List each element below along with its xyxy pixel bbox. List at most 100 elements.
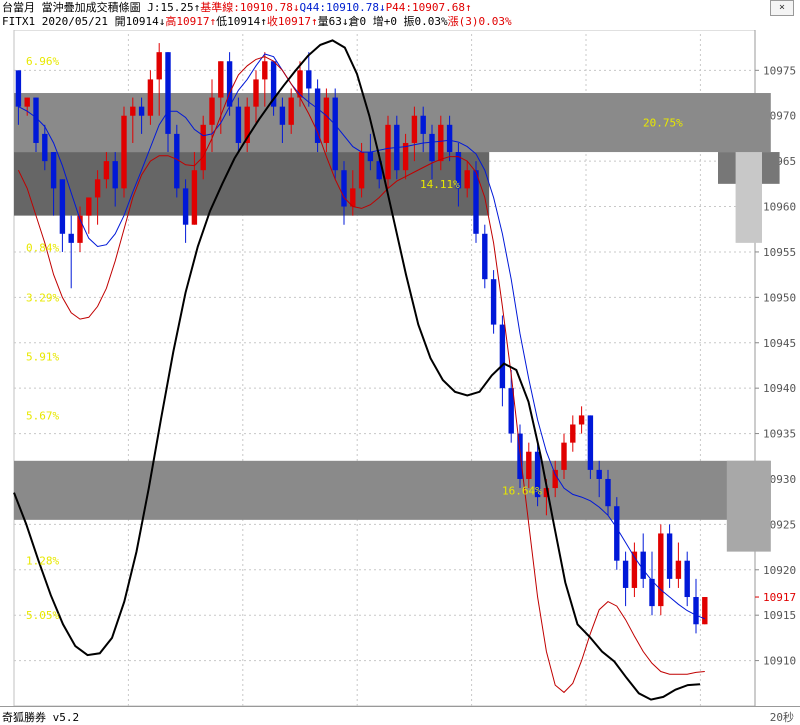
candle-body (490, 279, 497, 325)
candle-body (446, 124, 453, 153)
candle-body (570, 424, 576, 443)
zone-percent-label: 14.11% (420, 178, 460, 191)
candle-body (68, 233, 74, 243)
candle-body (323, 97, 330, 143)
percent-label: 1.28% (26, 555, 59, 568)
y-tick-label: 10915 (763, 609, 796, 622)
candle-body (226, 61, 233, 107)
y-tick-label: 10955 (763, 246, 796, 259)
candle-body (622, 560, 629, 588)
candle-body (702, 597, 708, 625)
candle-body (279, 106, 286, 125)
candle-body (561, 442, 567, 470)
candle-body (666, 533, 673, 579)
quote-line: FITX1 2020/05/21 開10914↓高10917↑低10914↑收1… (2, 15, 512, 29)
percent-label: 5.05% (26, 609, 59, 622)
candle-body (112, 161, 118, 189)
candle-body (605, 478, 611, 507)
candle-body (33, 97, 39, 143)
y-tick-label: 10975 (763, 64, 796, 77)
candle-body (138, 106, 145, 116)
percent-label: 5.91% (26, 350, 59, 363)
candle-body (288, 97, 294, 125)
candle-body (429, 133, 435, 162)
candle-body (367, 152, 374, 162)
candle-body (147, 79, 154, 116)
footer-bar: 奇狐勝券 v5.2 20秒 (0, 706, 800, 725)
y-tick-label: 10910 (763, 655, 796, 668)
candle-body (614, 506, 620, 561)
candle-body (297, 70, 303, 98)
candle-body (130, 106, 136, 116)
header-segment: 量63↓倉0 增+0 振0.03% (317, 15, 448, 28)
refresh-seconds[interactable]: 20秒 (770, 709, 794, 725)
candle-body (200, 124, 206, 171)
y-tick-label: 10960 (763, 201, 796, 214)
candle-body (94, 179, 101, 198)
candle-body (191, 170, 198, 225)
current-price-label: 10917 (763, 591, 796, 604)
app-brand: 奇狐勝券 v5.2 (2, 711, 80, 724)
y-tick-label: 10935 (763, 428, 796, 441)
candle-body (121, 115, 127, 189)
candle-body (59, 179, 66, 234)
volume-zone (14, 460, 771, 520)
header-segment: Q44:10910.78↓ (299, 1, 386, 14)
candle-body (526, 451, 532, 479)
price-chart[interactable]: 1091010915109201092510930109351094010945… (0, 0, 800, 724)
percent-label: 3.29% (26, 291, 59, 304)
candle-body (385, 124, 391, 180)
candle-body (218, 61, 224, 98)
header-segment: 基準線:10910.78↓ (200, 1, 300, 14)
candle-body (684, 560, 690, 598)
close-button[interactable]: × (770, 0, 794, 16)
zone-percent-label: 16.64% (502, 484, 542, 497)
candle-body (42, 133, 48, 162)
candle-body (306, 70, 312, 89)
candle-body (174, 133, 180, 189)
candle-body (640, 551, 646, 579)
candle-body (253, 79, 259, 107)
volume-zone (14, 152, 490, 216)
candle-body (50, 152, 57, 189)
candle-body (693, 597, 699, 625)
candle-body (464, 170, 470, 189)
y-tick-label: 10950 (763, 291, 796, 304)
candle-body (658, 533, 664, 607)
candle-body (24, 97, 30, 107)
candle-body (235, 106, 242, 143)
candle-body (473, 170, 479, 234)
y-tick-label: 10940 (763, 382, 796, 395)
percent-label: 5.67% (26, 409, 59, 422)
candle-body (262, 61, 268, 80)
candle-body (420, 115, 426, 134)
indicator-line: 台當月 當沖疊加成交積條圖 J:15.25↑基準線:10910.78↓Q44:1… (2, 1, 472, 15)
header-segment: 收10917↑ (266, 15, 318, 28)
candle-body (314, 88, 321, 143)
header-segment: 低10914↑ (216, 15, 267, 28)
candle-body (438, 124, 444, 162)
side-volume-box (726, 460, 771, 552)
candle-body (578, 415, 585, 425)
candle-body (165, 52, 171, 134)
candle-body (499, 324, 506, 389)
chart-header: 台當月 當沖疊加成交積條圖 J:15.25↑基準線:10910.78↓Q44:1… (0, 0, 760, 30)
candle-body (86, 197, 92, 216)
y-tick-label: 10945 (763, 337, 796, 350)
header-segment: 台當月 當沖疊加成交積條圖 J:15.25↑ (2, 1, 201, 14)
candle-body (482, 233, 488, 280)
header-segment: 漲(3)0.03% (447, 15, 512, 28)
header-segment: P44:10907.68↑ (385, 1, 472, 14)
candle-body (156, 52, 162, 80)
side-volume-box (735, 152, 762, 243)
candle-body (411, 115, 418, 143)
candle-body (103, 161, 110, 180)
percent-label: 6.96% (26, 55, 59, 68)
y-tick-label: 10920 (763, 564, 796, 577)
zone-percent-label: 20.75% (643, 117, 683, 130)
candle-body (15, 70, 22, 107)
candle-body (341, 170, 347, 207)
header-segment: FITX1 2020/05/21 開10914↓ (2, 15, 166, 28)
candle-body (675, 560, 682, 579)
candle-body (552, 469, 558, 489)
